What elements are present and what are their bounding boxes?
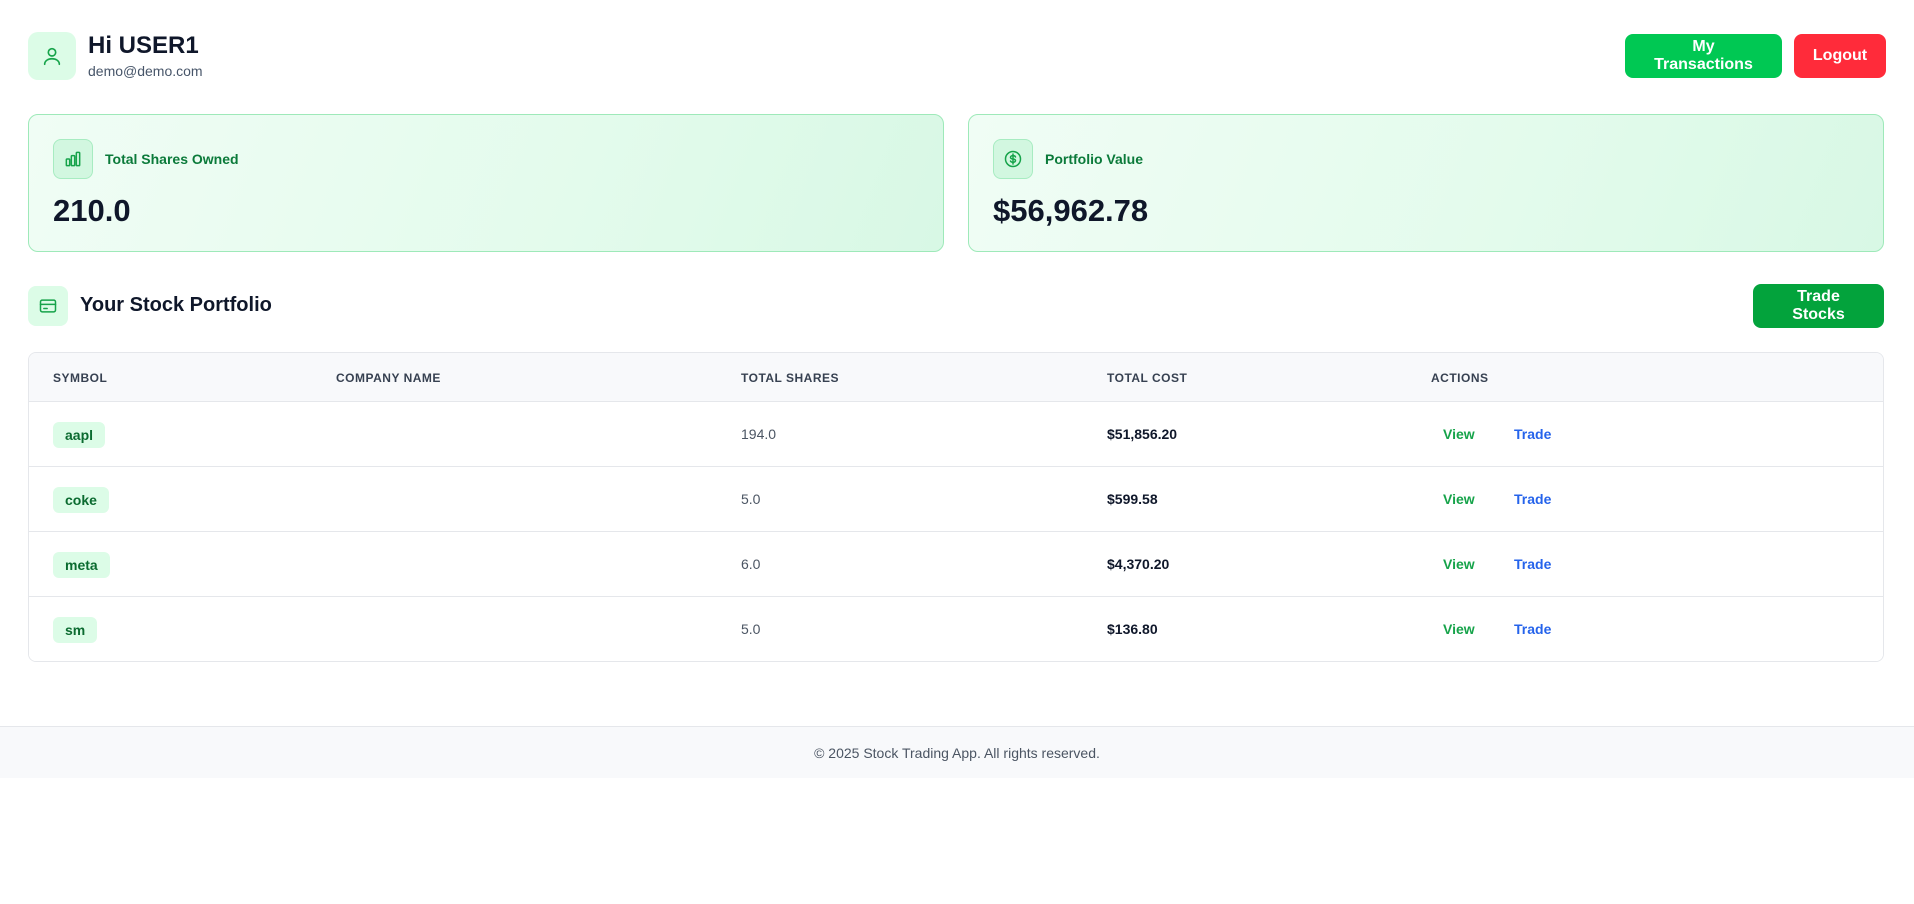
total-shares: 194.0 <box>741 426 777 442</box>
user-block: Hi USER1 demo@demo.com <box>28 32 203 80</box>
section-title: Your Stock Portfolio <box>80 294 272 316</box>
header-actions: My Transactions Logout <box>1625 34 1886 78</box>
table-header: SYMBOL COMPANY NAME TOTAL SHARES TOTAL C… <box>29 353 1883 401</box>
trade-stocks-button[interactable]: Trade Stocks <box>1753 284 1884 328</box>
portfolio-value-card: Portfolio Value $56,962.78 <box>968 114 1884 252</box>
table-row: aapl 194.0 $51,856.20 View Trade <box>29 401 1883 466</box>
column-company: COMPANY NAME <box>336 371 441 385</box>
total-cost: $4,370.20 <box>1107 556 1170 572</box>
total-shares-value: 210.0 <box>53 193 131 228</box>
card-icon <box>39 299 57 313</box>
logout-button[interactable]: Logout <box>1794 34 1886 78</box>
footer: © 2025 Stock Trading App. All rights res… <box>0 726 1914 778</box>
section-icon-wrap <box>28 286 68 326</box>
bar-chart-icon <box>65 151 81 167</box>
portfolio-table: SYMBOL COMPANY NAME TOTAL SHARES TOTAL C… <box>28 352 1884 662</box>
page: Hi USER1 demo@demo.com My Transactions L… <box>0 0 1914 904</box>
table-row: sm 5.0 $136.80 View Trade <box>29 596 1883 661</box>
column-actions: ACTIONS <box>1431 371 1489 385</box>
header: Hi USER1 demo@demo.com My Transactions L… <box>28 32 1886 80</box>
view-link[interactable]: View <box>1443 426 1475 442</box>
dollar-circle-icon <box>1004 150 1022 168</box>
user-text: Hi USER1 demo@demo.com <box>88 32 203 80</box>
column-cost: TOTAL COST <box>1107 371 1188 385</box>
total-cost: $51,856.20 <box>1107 426 1178 442</box>
table-row: meta 6.0 $4,370.20 View Trade <box>29 531 1883 596</box>
symbol-badge: coke <box>53 487 109 513</box>
symbol-badge: aapl <box>53 422 106 448</box>
view-link[interactable]: View <box>1443 491 1475 507</box>
card-icon-wrap <box>993 139 1033 179</box>
symbol-badge: meta <box>53 552 110 578</box>
view-link[interactable]: View <box>1443 556 1475 572</box>
trade-link[interactable]: Trade <box>1514 621 1551 637</box>
avatar <box>28 32 76 80</box>
my-transactions-button[interactable]: My Transactions <box>1625 34 1782 78</box>
footer-text: © 2025 Stock Trading App. All rights res… <box>814 744 1100 761</box>
stat-cards: Total Shares Owned 210.0 Portfolio Value… <box>28 114 1884 252</box>
card-icon-wrap <box>53 139 93 179</box>
total-cost: $599.58 <box>1107 491 1158 507</box>
portfolio-section-header: Your Stock Portfolio Trade Stocks <box>28 284 1884 328</box>
trade-link[interactable]: Trade <box>1514 426 1551 442</box>
greeting: Hi USER1 <box>88 32 199 59</box>
table-row: coke 5.0 $599.58 View Trade <box>29 466 1883 531</box>
total-shares-label: Total Shares Owned <box>105 151 239 167</box>
trade-link[interactable]: Trade <box>1514 491 1551 507</box>
column-symbol: SYMBOL <box>53 371 108 385</box>
portfolio-value-label: Portfolio Value <box>1045 151 1144 167</box>
total-cost: $136.80 <box>1107 621 1158 637</box>
total-shares: 5.0 <box>741 621 761 637</box>
symbol-badge: sm <box>53 617 98 643</box>
total-shares: 5.0 <box>741 491 761 507</box>
portfolio-value-amount: $56,962.78 <box>993 193 1149 228</box>
total-shares-card: Total Shares Owned 210.0 <box>28 114 944 252</box>
column-shares: TOTAL SHARES <box>741 371 840 385</box>
user-email: demo@demo.com <box>88 63 203 79</box>
total-shares: 6.0 <box>741 556 761 572</box>
view-link[interactable]: View <box>1443 621 1475 637</box>
user-icon <box>43 47 61 66</box>
trade-link[interactable]: Trade <box>1514 556 1551 572</box>
